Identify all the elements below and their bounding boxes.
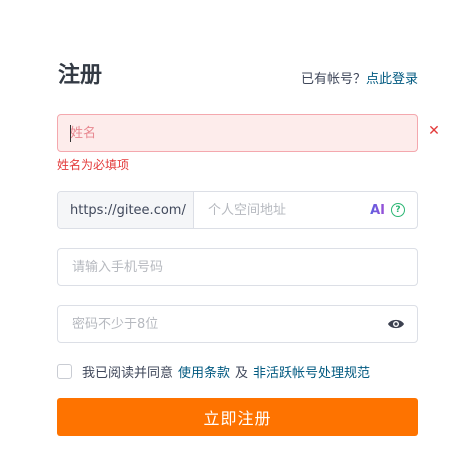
phone-field — [57, 248, 418, 286]
agreement-checkbox[interactable] — [57, 364, 72, 379]
name-input[interactable] — [58, 115, 417, 151]
space-url-prefix: https://gitee.com/ — [58, 192, 194, 228]
inactive-account-policy-link[interactable]: 非活跃帐号处理规范 — [253, 362, 370, 381]
space-address-input[interactable] — [194, 192, 371, 228]
name-field — [57, 114, 418, 152]
password-field — [57, 305, 418, 343]
password-input[interactable] — [58, 306, 387, 342]
login-link[interactable]: 点此登录 — [366, 72, 418, 87]
register-button[interactable]: 立即注册 — [57, 398, 418, 436]
login-prompt: 已有帐号？点此登录 — [301, 70, 418, 90]
page-title: 注册 — [58, 63, 103, 88]
agreement-text: 我已阅读并同意 — [82, 366, 174, 381]
terms-link[interactable]: 使用条款 — [178, 362, 230, 381]
help-icon[interactable]: ? — [391, 203, 405, 217]
text-caret — [70, 125, 71, 142]
agreement-row: 我已阅读并同意 使用条款 及 非活跃帐号处理规范 — [57, 362, 375, 381]
ai-suggest-icon[interactable]: AI — [370, 203, 385, 218]
space-address-field: https://gitee.com/ AI ? — [57, 191, 418, 229]
phone-input[interactable] — [58, 249, 417, 285]
name-error-message: 姓名为必填项 — [57, 158, 130, 172]
eye-icon[interactable] — [387, 318, 405, 330]
error-close-icon: ✕ — [428, 123, 440, 139]
login-prompt-text: 已有帐号？ — [300, 72, 366, 87]
agreement-and: 及 — [235, 366, 249, 381]
